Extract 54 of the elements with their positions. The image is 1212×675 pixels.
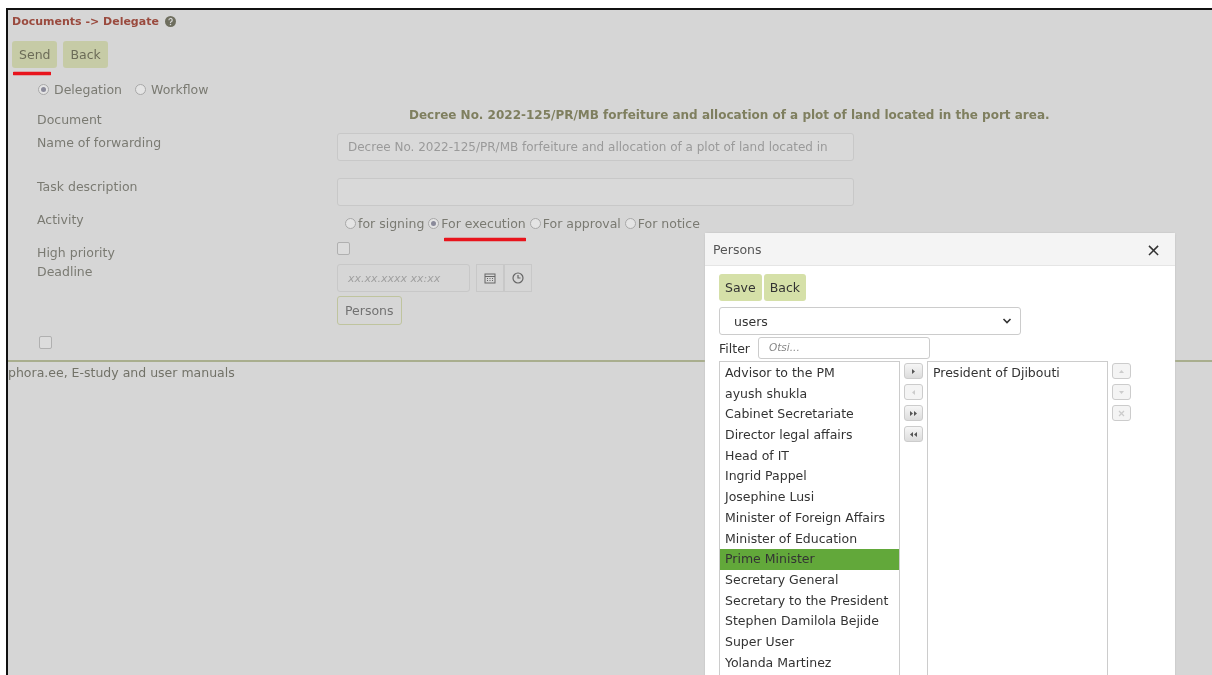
- field-label: Task description: [37, 179, 139, 194]
- radio-label: For approval: [542, 216, 621, 231]
- document-title: Decree No. 2022-125/PR/MB forfeiture and allocation of a plot of land located in the port area.: [408, 108, 1050, 122]
- field-label: Name of forwarding: [37, 135, 163, 150]
- radio-label: Workflow: [151, 82, 209, 97]
- close-button[interactable]: ×: [1141, 238, 1165, 260]
- breadcrumb: Documents -> Delegate: [12, 14, 159, 28]
- radio-button[interactable]: [135, 84, 147, 95]
- filter-field[interactable]: Otsi...: [757, 337, 930, 359]
- add-button[interactable]: [904, 363, 923, 379]
- chevron-down-icon: [1002, 317, 1012, 325]
- list-item[interactable]: President of Djibouti: [928, 363, 1107, 384]
- dialog-button[interactable]: Back: [763, 274, 807, 301]
- list-item[interactable]: Secretary General: [720, 569, 899, 591]
- group-dropdown[interactable]: users: [719, 307, 1021, 335]
- list-item[interactable]: Minister of Education: [720, 528, 899, 550]
- add-all-button[interactable]: [904, 405, 923, 421]
- checkbox[interactable]: [39, 336, 52, 349]
- field-label: Document: [37, 112, 103, 127]
- list-item[interactable]: Advisor to the PM: [720, 363, 899, 384]
- radio-button[interactable]: [624, 218, 636, 229]
- clock-icon[interactable]: [504, 264, 532, 292]
- help-icon[interactable]: [164, 15, 176, 27]
- list-item[interactable]: ayush shukla: [720, 383, 899, 405]
- dialog-title: Persons: [713, 241, 762, 257]
- list-item[interactable]: Prime Minister: [720, 549, 899, 570]
- list-item[interactable]: Ingrid Pappel: [720, 466, 899, 488]
- radio-label: For execution: [441, 216, 526, 231]
- radio-label: Delegation: [54, 82, 123, 97]
- radio-button[interactable]: [38, 84, 49, 95]
- remove-all-button[interactable]: [904, 426, 923, 442]
- list-item[interactable]: Josephine Lusi: [720, 487, 899, 508]
- list-item[interactable]: Secretary to the President: [720, 590, 899, 612]
- footer-text: phora.ee, E-study and user manuals: [8, 364, 235, 380]
- calendar-icon[interactable]: [476, 264, 504, 292]
- filter-label: Filter: [719, 340, 750, 356]
- list-item[interactable]: Cabinet Secretariate: [720, 404, 899, 426]
- high-priority-checkbox[interactable]: [337, 242, 350, 255]
- radio-button[interactable]: [345, 218, 356, 229]
- dialog-button[interactable]: Save: [719, 274, 762, 301]
- list-item[interactable]: Stephen Damilola Bejide: [720, 611, 899, 632]
- radio-button[interactable]: [529, 218, 541, 229]
- field-label: Activity: [37, 212, 85, 227]
- field-label: Deadline: [37, 264, 94, 279]
- list-item[interactable]: Head of IT: [720, 445, 899, 467]
- field-label: High priority: [37, 245, 116, 260]
- list-item[interactable]: Minister of Foreign Affairs: [720, 507, 899, 529]
- radio-button[interactable]: [428, 218, 440, 229]
- list-item[interactable]: Yolanda Martinez: [720, 652, 899, 674]
- list-item[interactable]: Director legal affairs: [720, 425, 899, 446]
- radio-label: For notice: [637, 216, 700, 231]
- radio-label: for signing: [358, 216, 425, 231]
- annotation-underline: [13, 71, 51, 76]
- list-item[interactable]: Super User: [720, 631, 899, 653]
